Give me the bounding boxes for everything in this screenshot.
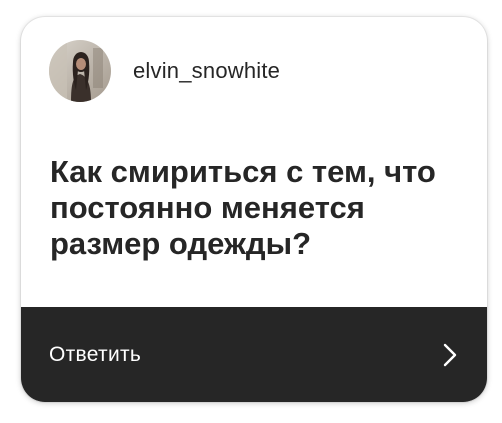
avatar-image bbox=[49, 40, 111, 102]
question-sticker-card[interactable]: elvin_snowhite Как смириться с тем, что … bbox=[21, 17, 487, 402]
avatar[interactable] bbox=[49, 40, 111, 102]
author-header: elvin_snowhite bbox=[49, 40, 280, 102]
question-text: Как смириться с тем, что постоянно меняе… bbox=[50, 154, 436, 261]
reply-button[interactable]: Ответить bbox=[21, 307, 487, 402]
reply-label: Ответить bbox=[49, 342, 142, 366]
chevron-right-icon bbox=[443, 343, 457, 367]
username[interactable]: elvin_snowhite bbox=[133, 58, 280, 84]
